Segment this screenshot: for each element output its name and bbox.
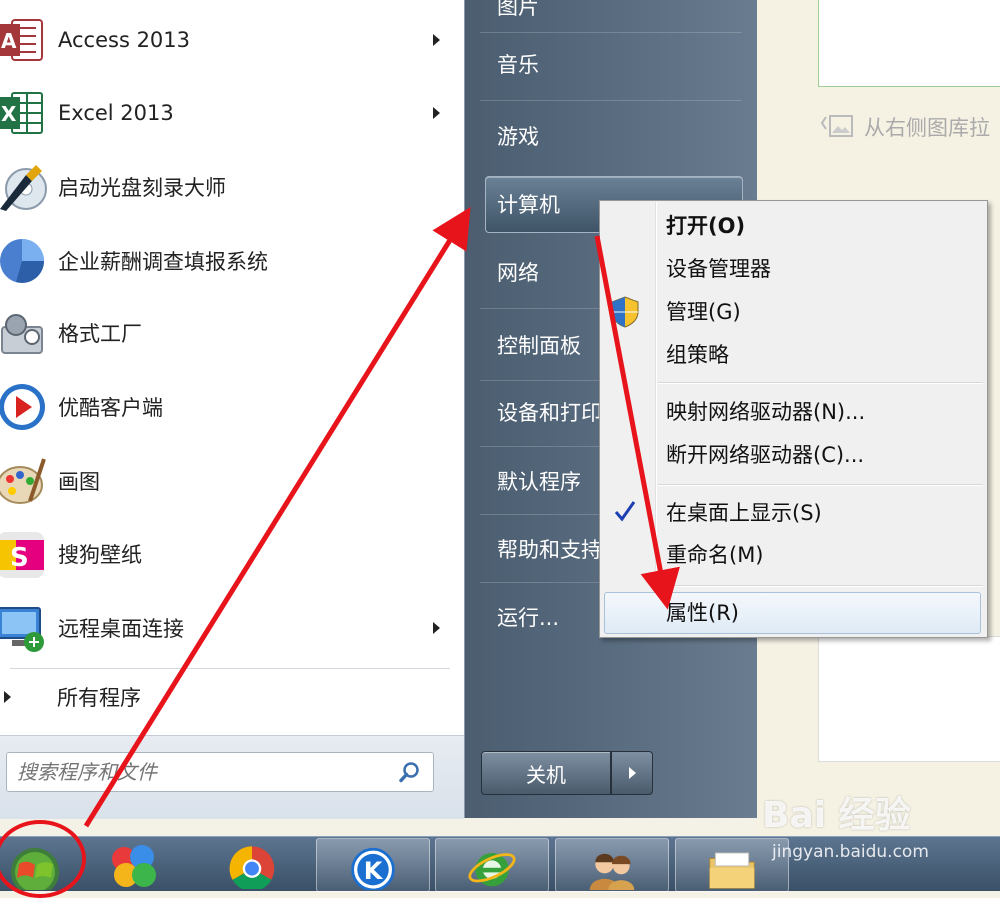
annotation-arrows [83, 207, 680, 828]
annotation-arrow-to-properties [594, 235, 680, 610]
annotation-arrow-to-computer [83, 207, 471, 828]
baidu-watermark-url: jingyan.baidu.com [772, 842, 929, 862]
baidu-watermark: Bai 经验 [762, 795, 911, 836]
